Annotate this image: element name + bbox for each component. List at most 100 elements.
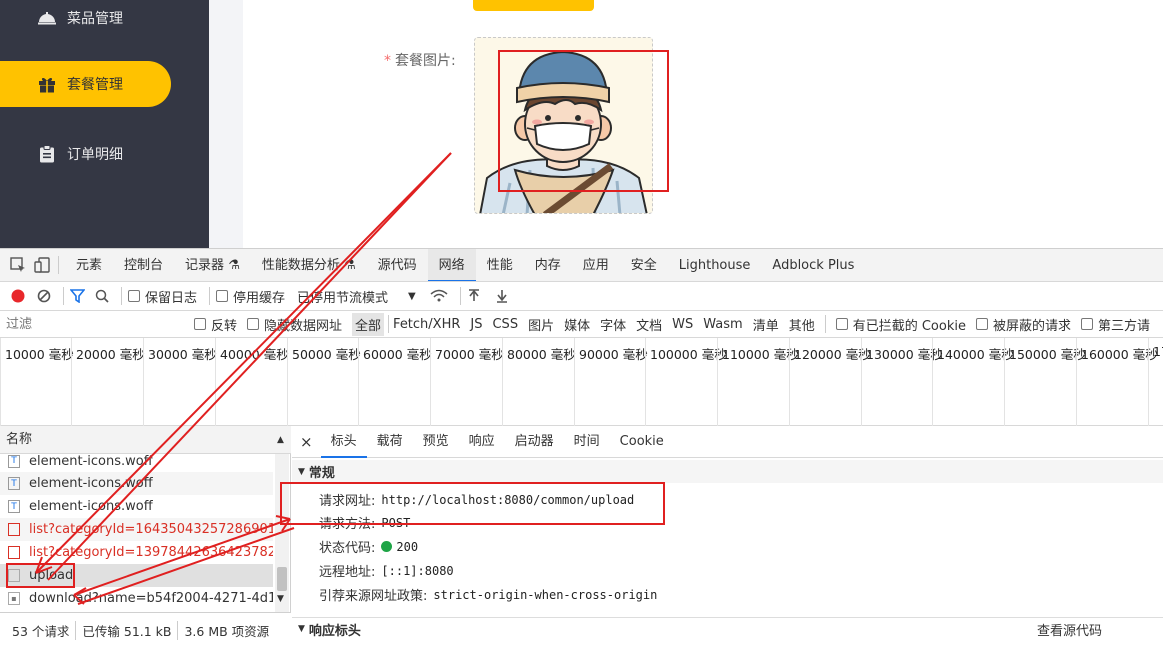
scrollbar-thumb[interactable] [277, 567, 287, 591]
filter-type-all[interactable]: 全部 [352, 312, 385, 336]
tab-application[interactable]: 应用 [572, 249, 620, 281]
sidebar-item-label: 订单明细 [67, 147, 123, 163]
image-upload-box[interactable] [474, 37, 653, 214]
transferred-size: 已传输 51.1 kB [76, 620, 179, 640]
tab-adblock[interactable]: Adblock Plus [761, 249, 865, 281]
yellow-button[interactable] [473, 0, 594, 11]
tab-performance-insights[interactable]: 性能数据分析 ⚗ [251, 249, 367, 281]
disable-cache-checkbox[interactable]: 停用缓存 [216, 287, 285, 306]
inspect-element-icon[interactable] [10, 257, 28, 273]
search-icon[interactable] [95, 289, 109, 303]
filter-type-ws[interactable]: WS [672, 317, 693, 332]
invert-checkbox[interactable]: 反转 [194, 315, 237, 334]
filter-type-font[interactable]: 字体 [600, 315, 626, 334]
tab-timing[interactable]: 时间 [564, 426, 610, 458]
sidebar-item-orders[interactable]: 订单明细 [0, 131, 171, 177]
view-source-link[interactable]: 查看源代码 [1037, 620, 1102, 639]
filter-type-fetch-xhr[interactable]: Fetch/XHR [393, 317, 460, 332]
field-value: strict-origin-when-cross-origin [433, 587, 658, 602]
timeline-tick: 120000 毫秒 [789, 338, 871, 426]
field-value: 200 [396, 539, 419, 554]
request-detail-panel: × 标头 载荷 预览 响应 启动器 时间 Cookie ▼ 常规 请求网址: htt… [292, 426, 1163, 647]
network-timeline-overview[interactable]: 10000 毫秒 20000 毫秒 30000 毫秒 40000 毫秒 5000… [0, 338, 1163, 426]
field-value: http://localhost:8080/common/upload [381, 492, 635, 507]
request-row-upload[interactable]: upload [0, 564, 273, 587]
blocked-cookies-label: 有已拦截的 Cookie [852, 318, 966, 334]
timeline-tick: 10000 毫秒 [0, 338, 74, 426]
throttling-select[interactable]: 已停用节流模式 ▼ [297, 287, 416, 306]
tab-network[interactable]: 网络 [427, 249, 476, 281]
tab-cookies[interactable]: Cookie [610, 426, 674, 458]
filter-type-img[interactable]: 图片 [528, 315, 554, 334]
tab-performance[interactable]: 性能 [476, 249, 524, 281]
device-toolbar-icon[interactable] [34, 257, 52, 273]
tab-payload[interactable]: 载荷 [367, 426, 413, 458]
filter-type-other[interactable]: 其他 [789, 315, 815, 334]
tab-security[interactable]: 安全 [620, 249, 668, 281]
sidebar-item-dishes[interactable]: 菜品管理 [0, 0, 171, 41]
timeline-tick: 40000 毫秒 [215, 338, 289, 426]
request-row[interactable]: list?categoryId=1643504325728690178 [0, 518, 273, 541]
blocked-requests-checkbox[interactable]: 被屏蔽的请求 [975, 315, 1071, 334]
record-icon[interactable] [11, 289, 25, 303]
blocked-requests-label: 被屏蔽的请求 [992, 318, 1071, 334]
export-har-icon[interactable] [495, 289, 509, 303]
general-section-header[interactable]: ▼ 常规 [292, 460, 1163, 483]
tab-lighthouse[interactable]: Lighthouse [668, 249, 762, 281]
referrer-policy-row: 引荐来源网址政策: strict-origin-when-cross-origin [319, 585, 658, 605]
tab-initiator[interactable]: 启动器 [505, 426, 564, 458]
request-row[interactable]: ▪ download?name=b54f2004-4271-4d1d-9. [0, 587, 273, 610]
sidebar-item-setmeal[interactable]: 套餐管理 [0, 61, 171, 107]
checkbox-box [194, 318, 206, 330]
tab-performance-insights-label: 性能数据分析 [261, 257, 340, 273]
filter-type-doc[interactable]: 文档 [636, 315, 662, 334]
setmeal-image-label: * 套餐图片: [384, 50, 456, 70]
filter-type-manifest[interactable]: 清单 [753, 315, 779, 334]
request-name: element-icons.woff [29, 499, 153, 514]
dish-icon [37, 9, 57, 27]
tab-console[interactable]: 控制台 [113, 249, 174, 281]
tab-sources[interactable]: 源代码 [367, 249, 428, 281]
response-headers-section-header[interactable]: ▼ 响应标头 查看源代码 [292, 617, 1163, 640]
close-detail-button[interactable]: × [292, 426, 321, 458]
tab-headers[interactable]: 标头 [320, 426, 367, 458]
timeline-tick: 100000 毫秒 [645, 338, 727, 426]
tab-response[interactable]: 响应 [459, 426, 505, 458]
timeline-tick: 150000 毫秒 [1004, 338, 1086, 426]
filter-type-media[interactable]: 媒体 [564, 315, 590, 334]
filter-input[interactable] [0, 313, 182, 335]
filter-type-wasm[interactable]: Wasm [703, 317, 742, 332]
resources-size: 3.6 MB 项资源 [184, 623, 270, 639]
tab-memory[interactable]: 内存 [524, 249, 572, 281]
blocked-cookies-checkbox[interactable]: 有已拦截的 Cookie [835, 315, 966, 334]
request-row[interactable]: Telement-icons.woff [0, 472, 273, 495]
scrollbar[interactable] [275, 454, 289, 612]
uploaded-avatar-image [475, 38, 652, 213]
request-row[interactable]: Telement-icons.woff [0, 495, 273, 518]
field-key: 状态代码: [319, 541, 376, 556]
filter-type-css[interactable]: CSS [492, 317, 518, 332]
error-file-icon [8, 546, 20, 559]
tab-elements[interactable]: 元素 [65, 249, 113, 281]
network-conditions-icon[interactable] [430, 289, 448, 303]
disable-cache-label: 停用缓存 [233, 290, 286, 306]
timeline-tick: 30000 毫秒 [143, 338, 217, 426]
preserve-log-checkbox[interactable]: 保留日志 [128, 287, 197, 306]
filter-icon[interactable] [70, 289, 85, 303]
scroll-down-icon[interactable]: ▼ [277, 594, 284, 604]
filter-type-js[interactable]: JS [470, 317, 482, 332]
tab-preview[interactable]: 预览 [413, 426, 459, 458]
tab-recorder[interactable]: 记录器 ⚗ [174, 249, 251, 281]
import-har-icon[interactable] [467, 289, 481, 303]
font-file-icon: T [8, 477, 20, 490]
request-row[interactable]: Telement-icons.woff [0, 450, 273, 472]
request-name: element-icons.woff [29, 476, 153, 491]
clear-icon[interactable] [37, 289, 51, 303]
hide-data-urls-checkbox[interactable]: 隐藏数据网址 [247, 315, 342, 334]
checkbox-box [975, 318, 988, 330]
request-name: element-icons.woff [29, 453, 153, 469]
request-row[interactable]: list?categoryId=1397844263642378242 [0, 541, 273, 564]
timeline-tick: 170 [1148, 338, 1163, 426]
hide-data-urls-label: 隐藏数据网址 [264, 318, 343, 334]
third-party-checkbox[interactable]: 第三方请 [1081, 315, 1150, 334]
